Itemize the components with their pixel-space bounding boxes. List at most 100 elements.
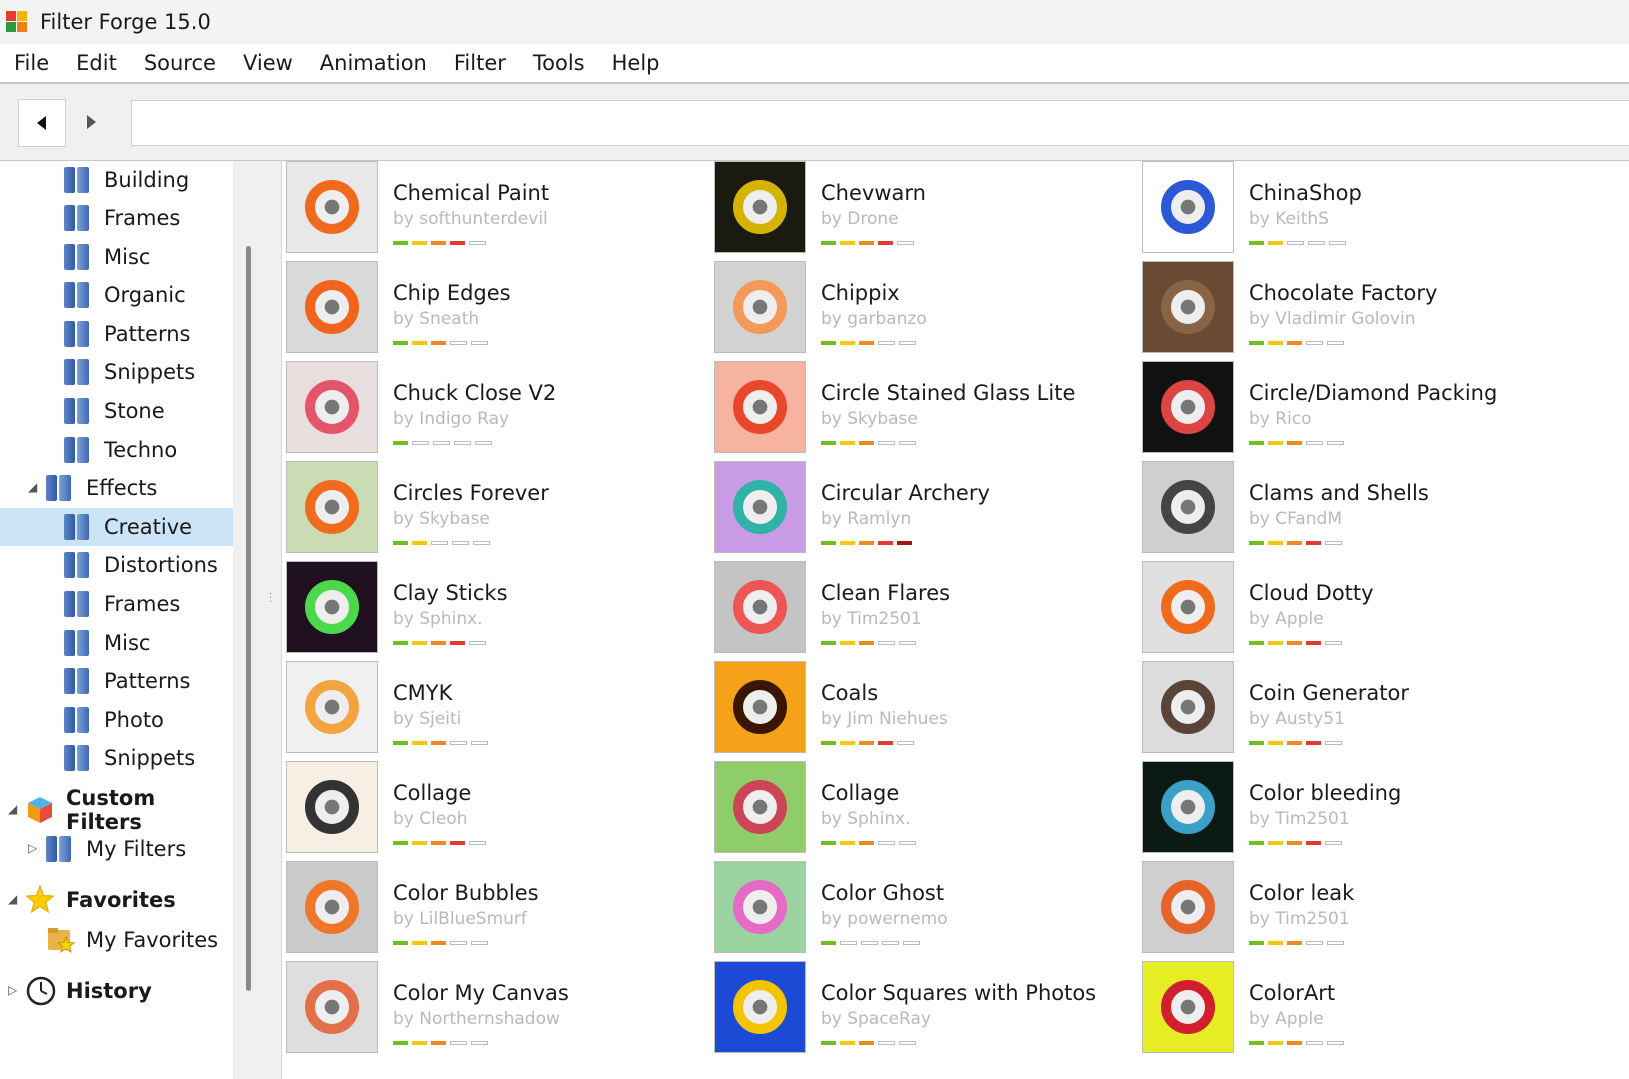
sidebar-item-misc[interactable]: Misc <box>0 624 233 662</box>
filter-card[interactable]: Color Ghost by powernemo <box>710 861 1138 961</box>
filter-thumbnail[interactable] <box>1142 361 1234 453</box>
filter-thumbnail[interactable] <box>1142 761 1234 853</box>
sidebar-item-my-favorites[interactable]: My Favorites <box>0 921 233 959</box>
filter-card[interactable]: Chuck Close V2 by Indigo Ray <box>282 361 710 461</box>
sidebar-item-patterns[interactable]: Patterns <box>0 315 233 353</box>
menu-filter[interactable]: Filter <box>454 51 506 75</box>
filter-thumbnail[interactable] <box>714 161 806 253</box>
filter-thumbnail[interactable] <box>286 661 378 753</box>
sidebar-item-snippets[interactable]: Snippets <box>0 739 233 777</box>
filter-card[interactable]: ColorArt by Apple <box>1138 961 1566 1061</box>
filter-name[interactable]: Chocolate Factory <box>1249 281 1437 305</box>
tree-scrollbar[interactable] <box>233 161 265 1079</box>
filter-thumbnail[interactable] <box>714 961 806 1053</box>
filter-thumbnail[interactable] <box>286 561 378 653</box>
filter-thumbnail[interactable] <box>714 661 806 753</box>
filter-name[interactable]: Chemical Paint <box>393 181 549 205</box>
sidebar-item-favorites[interactable]: ◢ Favorites <box>0 881 233 919</box>
filter-card[interactable]: Chemical Paint by softhunterdevil <box>282 161 710 261</box>
filter-card[interactable]: Clean Flares by Tim2501 <box>710 561 1138 661</box>
address-bar[interactable] <box>131 100 1629 146</box>
filter-name[interactable]: Chip Edges <box>393 281 511 305</box>
menu-view[interactable]: View <box>243 51 293 75</box>
filter-thumbnail[interactable] <box>714 261 806 353</box>
filter-thumbnail[interactable] <box>1142 561 1234 653</box>
filter-card[interactable]: Collage by Sphinx. <box>710 761 1138 861</box>
filter-card[interactable]: Cloud Dotty by Apple <box>1138 561 1566 661</box>
filter-name[interactable]: Circular Archery <box>821 481 990 505</box>
sidebar-item-snippets[interactable]: Snippets <box>0 353 233 391</box>
menu-source[interactable]: Source <box>144 51 216 75</box>
filter-card[interactable]: ChinaShop by KeithS <box>1138 161 1566 261</box>
filter-thumbnail[interactable] <box>714 861 806 953</box>
filter-card[interactable]: Chip Edges by Sneath <box>282 261 710 361</box>
menu-help[interactable]: Help <box>612 51 660 75</box>
filter-card[interactable]: Circular Archery by Ramlyn <box>710 461 1138 561</box>
filter-thumbnail[interactable] <box>714 461 806 553</box>
filter-name[interactable]: Circle/Diamond Packing <box>1249 381 1497 405</box>
filter-name[interactable]: Circles Forever <box>393 481 549 505</box>
filter-name[interactable]: Chevwarn <box>821 181 926 205</box>
menu-file[interactable]: File <box>14 51 49 75</box>
filter-name[interactable]: Color My Canvas <box>393 981 569 1005</box>
menu-animation[interactable]: Animation <box>320 51 427 75</box>
expand-toggle-icon[interactable]: ◢ <box>28 480 37 494</box>
filter-name[interactable]: Clay Sticks <box>393 581 508 605</box>
filter-card[interactable]: Color My Canvas by Northernshadow <box>282 961 710 1061</box>
filter-thumbnail[interactable] <box>286 461 378 553</box>
filter-name[interactable]: Chippix <box>821 281 900 305</box>
expand-toggle-icon[interactable]: ▷ <box>8 983 17 997</box>
filter-thumbnail[interactable] <box>1142 861 1234 953</box>
filter-name[interactable]: Coals <box>821 681 878 705</box>
filter-name[interactable]: Chuck Close V2 <box>393 381 556 405</box>
filter-card[interactable]: Coals by Jim Niehues <box>710 661 1138 761</box>
filter-thumbnail[interactable] <box>286 961 378 1053</box>
filter-name[interactable]: Clams and Shells <box>1249 481 1429 505</box>
sidebar-item-patterns[interactable]: Patterns <box>0 662 233 700</box>
filter-card[interactable]: Color leak by Tim2501 <box>1138 861 1566 961</box>
back-button[interactable] <box>18 99 66 147</box>
filter-card[interactable]: Chippix by garbanzo <box>710 261 1138 361</box>
filter-card[interactable]: Circle/Diamond Packing by Rico <box>1138 361 1566 461</box>
filter-name[interactable]: Color Ghost <box>821 881 944 905</box>
filter-card[interactable]: Chocolate Factory by Vladimir Golovin <box>1138 261 1566 361</box>
sidebar-item-misc[interactable]: Misc <box>0 238 233 276</box>
sidebar-item-techno[interactable]: Techno <box>0 431 233 469</box>
filter-card[interactable]: Chevwarn by Drone <box>710 161 1138 261</box>
filter-thumbnail[interactable] <box>1142 161 1234 253</box>
filter-name[interactable]: CMYK <box>393 681 452 705</box>
expand-toggle-icon[interactable]: ▷ <box>28 841 37 855</box>
filter-name[interactable]: Collage <box>821 781 899 805</box>
filter-card[interactable]: Coin Generator by Austy51 <box>1138 661 1566 761</box>
forward-button[interactable] <box>68 99 114 145</box>
filter-thumbnail[interactable] <box>1142 961 1234 1053</box>
filter-name[interactable]: Color Squares with Photos <box>821 981 1096 1005</box>
filter-card[interactable]: Color Bubbles by LilBlueSmurf <box>282 861 710 961</box>
sidebar-item-stone[interactable]: Stone <box>0 392 233 430</box>
sidebar-item-frames[interactable]: Frames <box>0 199 233 237</box>
filter-thumbnail[interactable] <box>714 561 806 653</box>
sidebar-item-history[interactable]: ▷ History <box>0 972 233 1010</box>
filter-name[interactable]: ColorArt <box>1249 981 1335 1005</box>
filter-thumbnail[interactable] <box>714 361 806 453</box>
filter-thumbnail[interactable] <box>714 761 806 853</box>
filter-name[interactable]: Clean Flares <box>821 581 950 605</box>
filter-card[interactable]: Circles Forever by Skybase <box>282 461 710 561</box>
expand-toggle-icon[interactable]: ◢ <box>8 892 17 906</box>
filter-card[interactable]: Clams and Shells by CFandM <box>1138 461 1566 561</box>
menu-edit[interactable]: Edit <box>76 51 117 75</box>
filter-thumbnail[interactable] <box>286 161 378 253</box>
tree-scrollbar-thumb[interactable] <box>246 246 251 991</box>
filter-thumbnail[interactable] <box>286 761 378 853</box>
menu-tools[interactable]: Tools <box>533 51 585 75</box>
sidebar-item-distortions[interactable]: Distortions <box>0 546 233 584</box>
expand-toggle-icon[interactable]: ◢ <box>8 802 17 816</box>
sidebar-item-effects[interactable]: ◢ Effects <box>0 469 233 507</box>
sidebar-item-organic[interactable]: Organic <box>0 276 233 314</box>
sidebar-item-custom-filters[interactable]: ◢ Custom Filters <box>0 786 233 834</box>
filter-thumbnail[interactable] <box>1142 461 1234 553</box>
filter-name[interactable]: Color leak <box>1249 881 1354 905</box>
sidebar-item-creative[interactable]: Creative <box>0 508 233 546</box>
filter-thumbnail[interactable] <box>1142 261 1234 353</box>
filter-thumbnail[interactable] <box>1142 661 1234 753</box>
